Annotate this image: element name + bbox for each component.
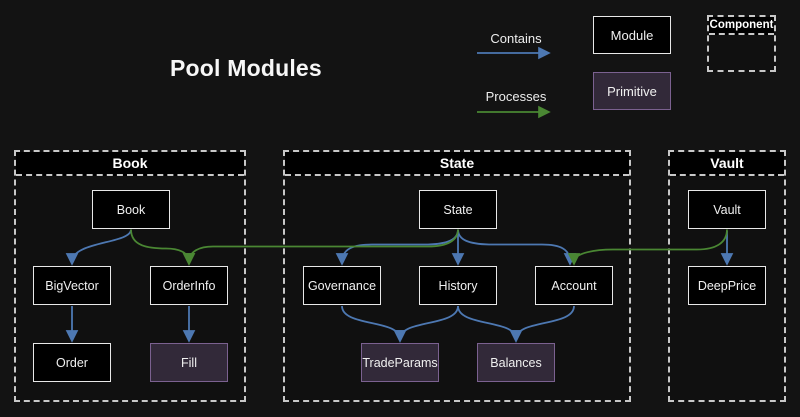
node-order: Order [33,343,111,382]
legend-primitive-box: Primitive [593,72,671,110]
edge-vault-processes-account [574,230,727,263]
edge-book-contains-bigvector [72,230,131,263]
node-history: History [419,266,497,305]
node-governance: Governance [303,266,381,305]
node-state: State [419,190,497,229]
edge-book-processes-orderinfo [131,230,189,263]
legend-component-box: Component [707,15,776,72]
node-tradeparams: TradeParams [361,343,439,382]
node-account: Account [535,266,613,305]
edge-state-contains-account [458,230,570,263]
edge-history-contains-balances [458,306,516,339]
legend-module-box: Module [593,16,671,54]
node-book: Book [92,190,170,229]
edge-history-contains-tradeparams [400,306,458,339]
edge-governance-contains-tradeparams [342,306,400,339]
legend-component-label: Component [709,17,774,35]
node-balances: Balances [477,343,555,382]
edge-state-processes-orderinfo [189,230,458,263]
node-bigvector: BigVector [33,266,111,305]
node-orderinfo: OrderInfo [150,266,228,305]
node-vault: Vault [688,190,766,229]
edge-account-contains-balances [516,306,574,339]
pool-modules-diagram: Pool Modules Contains Processes Module P… [0,0,800,417]
node-deepprice: DeepPrice [688,266,766,305]
node-fill: Fill [150,343,228,382]
